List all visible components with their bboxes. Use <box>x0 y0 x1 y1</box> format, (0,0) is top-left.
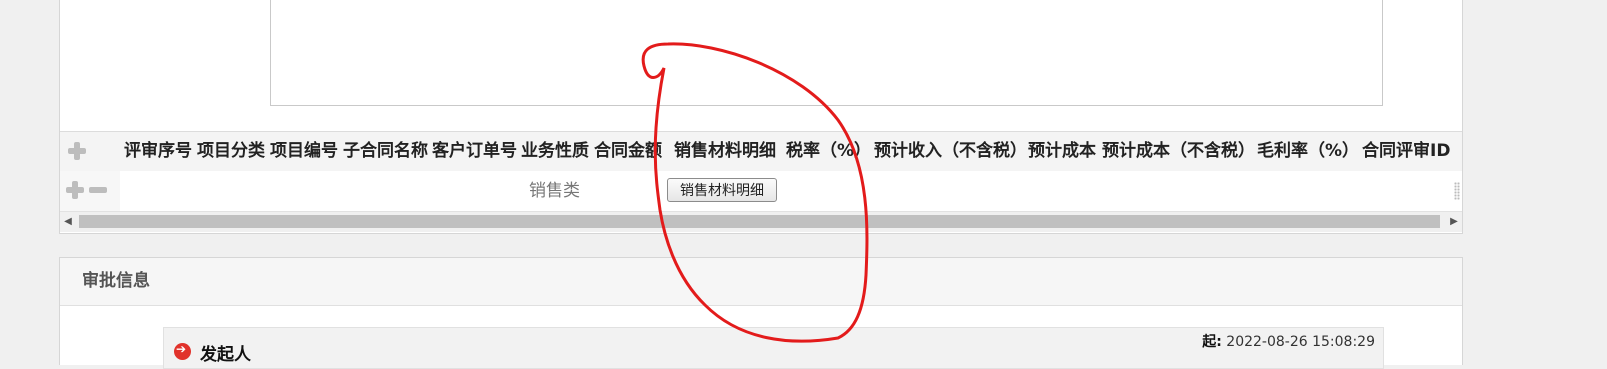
start-time: 起: 2022-08-26 15:08:29 <box>1202 331 1375 351</box>
business-type-cell: 销售类 <box>529 181 580 201</box>
column-header-sub-contract-name[interactable]: 子合同名称 <box>343 132 428 171</box>
column-header-business-type[interactable]: 业务性质 <box>521 132 589 171</box>
column-header-expected-cost-excl-tax[interactable]: 预计成本（不含税） <box>1102 132 1255 171</box>
sales-material-detail-button[interactable]: 销售材料明细 <box>667 178 777 202</box>
column-header-expected-cost[interactable]: 预计成本 <box>1028 132 1096 171</box>
initiator-entry: 发起人 起: 2022-08-26 15:08:29 <box>163 327 1384 369</box>
remove-row-icon[interactable] <box>89 187 107 193</box>
grid-header: 评审序号 项目分类 项目编号 子合同名称 客户订单号 业务性质 合同金额 销售材… <box>60 131 1462 172</box>
approval-title: 审批信息 <box>82 271 150 291</box>
column-header-project-category[interactable]: 项目分类 <box>197 132 265 171</box>
add-row-icon[interactable] <box>66 181 84 199</box>
form-panel: 评审序号 项目分类 项目编号 子合同名称 客户订单号 业务性质 合同金额 销售材… <box>59 0 1463 234</box>
horizontal-scrollbar[interactable]: ◀ ▶ <box>60 212 1462 232</box>
initiator-label: 发起人 <box>200 345 251 365</box>
add-row-icon[interactable] <box>68 142 86 160</box>
scrollbar-thumb[interactable] <box>79 215 1440 228</box>
approval-section: 审批信息 发起人 起: 2022-08-26 15:08:29 <box>59 257 1463 369</box>
column-header-review-no[interactable]: 评审序号 <box>124 132 192 171</box>
column-header-contract-review-id[interactable]: 合同评审ID <box>1362 132 1450 171</box>
arrow-right-circle-icon <box>174 342 191 360</box>
column-header-expected-revenue[interactable]: 预计收入（不含税） <box>874 132 1027 171</box>
scroll-left-icon[interactable]: ◀ <box>60 212 76 232</box>
row-actions <box>60 171 120 211</box>
column-header-tax-rate[interactable]: 税率（%） <box>786 132 871 171</box>
column-header-project-no[interactable]: 项目编号 <box>270 132 338 171</box>
table-row: 销售类 销售材料明细 <box>60 171 1462 212</box>
column-header-customer-order-no[interactable]: 客户订单号 <box>432 132 517 171</box>
column-header-gross-margin[interactable]: 毛利率（%） <box>1257 132 1359 171</box>
text-area[interactable] <box>270 0 1383 106</box>
column-header-contract-amount[interactable]: 合同金额 <box>594 132 662 171</box>
column-header-sales-material-detail[interactable]: 销售材料明细 <box>674 132 776 171</box>
approval-header: 审批信息 <box>60 258 1462 306</box>
scroll-right-icon[interactable]: ▶ <box>1446 212 1462 232</box>
resize-handle-icon[interactable] <box>1454 182 1460 200</box>
start-time-value: 2022-08-26 15:08:29 <box>1226 334 1375 350</box>
start-label: 起: <box>1202 334 1222 350</box>
